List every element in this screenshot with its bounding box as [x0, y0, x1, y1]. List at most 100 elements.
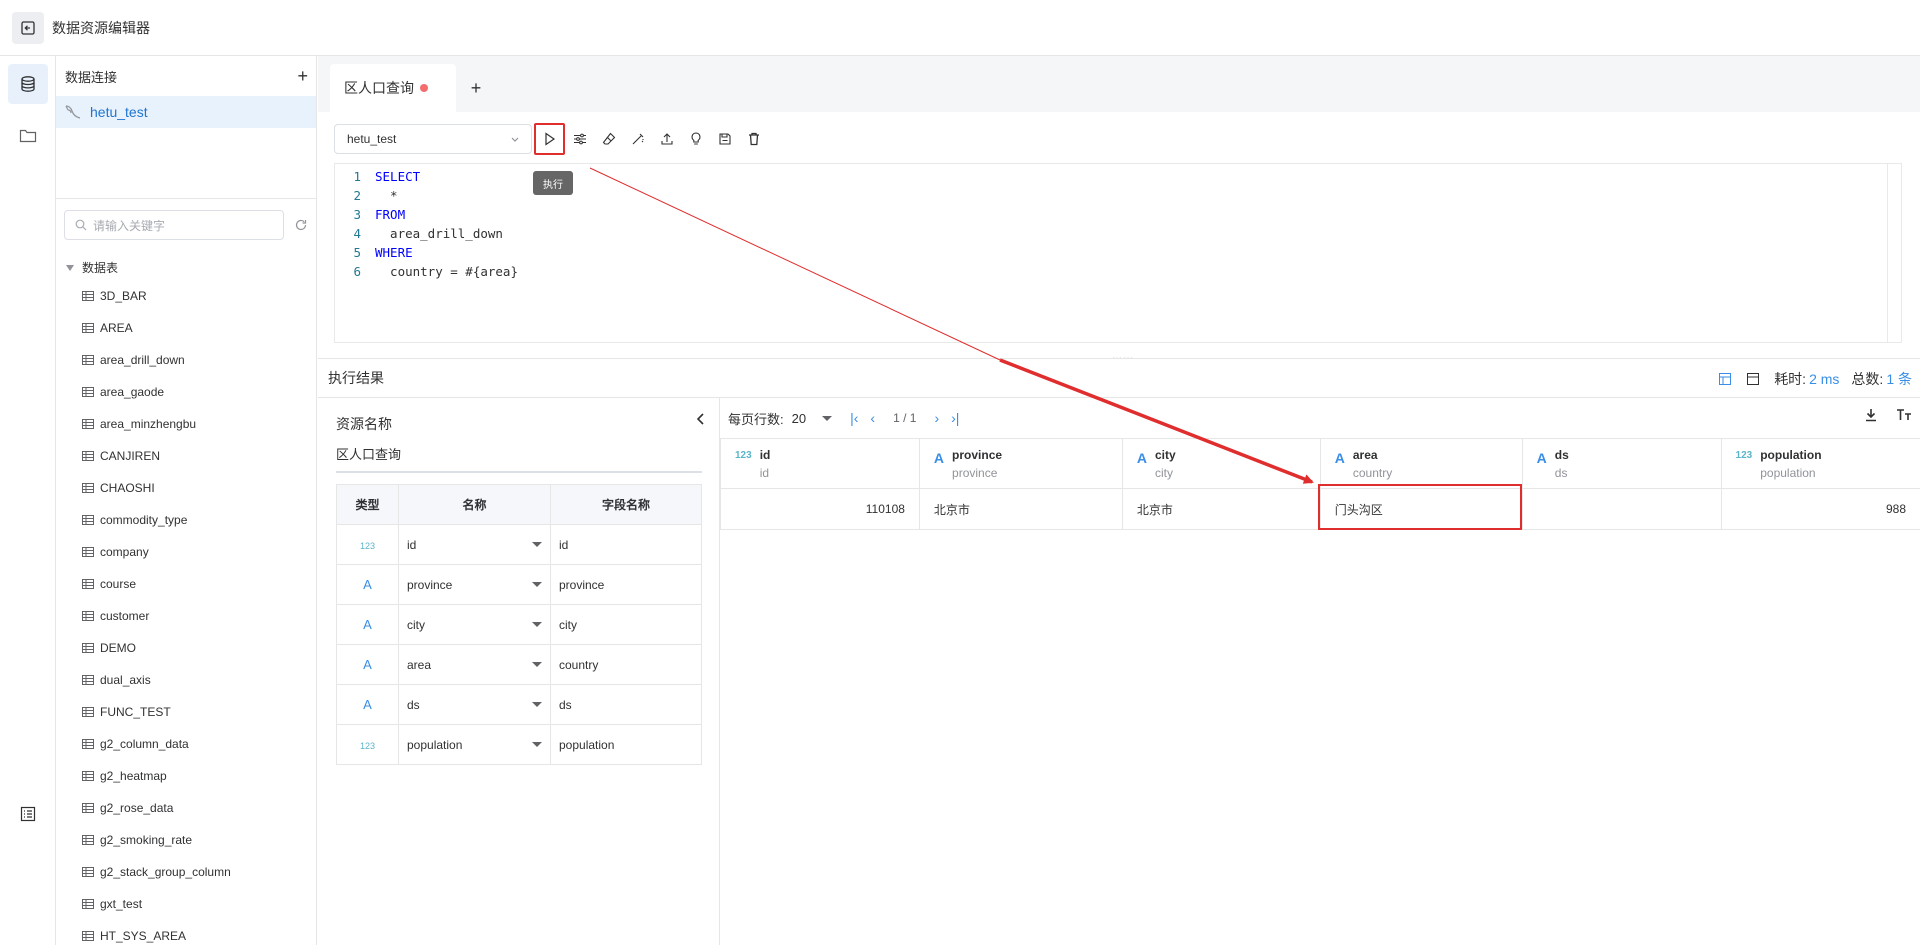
last-page-button[interactable]: ›|: [951, 410, 959, 426]
cell-ds[interactable]: [1521, 488, 1722, 530]
resource-panel: 资源名称 区人口查询 类型 名称 字段名称 123 id id Aprovince pr…: [318, 398, 720, 945]
column-field: country: [1352, 465, 1393, 480]
field-name-select[interactable]: province: [398, 564, 551, 605]
line-number: 1: [353, 169, 361, 184]
field-name-select[interactable]: area: [398, 644, 551, 685]
table-item[interactable]: g2_stack_group_column: [82, 862, 231, 882]
rail-database[interactable]: [8, 64, 48, 104]
trash-icon: [749, 132, 759, 146]
grid-column-header[interactable]: 123 id id: [720, 438, 920, 489]
field-name-select[interactable]: ds: [398, 684, 551, 725]
rail-list[interactable]: [8, 794, 48, 834]
result-grid-area: 每页行数: 20 |‹ ‹ 1 / 1 › ›| 123 id id Aprovinc…: [720, 398, 1920, 945]
prev-page-button[interactable]: ‹: [870, 410, 875, 426]
search-input[interactable]: 请输入关键字: [64, 210, 284, 240]
cell-population[interactable]: 988: [1720, 488, 1920, 530]
table-icon: [82, 803, 94, 813]
table-item[interactable]: CANJIREN: [82, 446, 160, 466]
cell-id[interactable]: 110108: [720, 488, 920, 530]
page-size-select[interactable]: 20: [791, 410, 833, 426]
save-button[interactable]: [711, 125, 739, 153]
table-name: company: [100, 545, 149, 559]
page-size-value: 20: [791, 410, 807, 426]
download-button[interactable]: [1864, 408, 1878, 425]
line-number: 5: [353, 245, 361, 260]
layout-single-icon[interactable]: [1746, 372, 1760, 386]
line-number: 6: [353, 264, 361, 279]
table-name: FUNC_TEST: [100, 705, 171, 719]
field-column: country: [550, 644, 702, 685]
rail-folder[interactable]: [8, 116, 48, 156]
table-item[interactable]: 3D_BAR: [82, 286, 147, 306]
time-value: 2 ms: [1809, 371, 1840, 387]
export-button[interactable]: [653, 125, 681, 153]
table-name: CHAOSHI: [100, 481, 155, 495]
cell-city[interactable]: 北京市: [1121, 488, 1321, 530]
collapse-icon[interactable]: [696, 412, 706, 426]
run-button[interactable]: [534, 123, 565, 155]
table-item[interactable]: CHAOSHI: [82, 478, 155, 498]
field-name-select[interactable]: id: [398, 524, 551, 565]
string-type-icon: A: [1536, 449, 1547, 466]
tab-label: 区人口查询: [344, 80, 414, 96]
back-button[interactable]: [12, 11, 44, 44]
layout-split-icon[interactable]: [1718, 372, 1732, 386]
table-item[interactable]: customer: [82, 606, 149, 626]
datasource-select[interactable]: hetu_test: [334, 124, 532, 154]
col-field: 字段名称: [550, 484, 702, 525]
table-item[interactable]: AREA: [82, 318, 133, 338]
field-name-select[interactable]: city: [398, 604, 551, 645]
search-icon: [75, 219, 87, 231]
table-item[interactable]: company: [82, 542, 149, 562]
number-type-icon: 123: [1735, 449, 1753, 461]
table-item[interactable]: DEMO: [82, 638, 136, 658]
grid-column-header[interactable]: Acity city: [1121, 438, 1321, 489]
table-item[interactable]: area_gaode: [82, 382, 164, 402]
code-text: country = #{area}: [375, 264, 518, 279]
first-page-button[interactable]: |‹: [850, 410, 858, 426]
column-field: province: [952, 465, 998, 480]
grid-column-header[interactable]: Aprovince province: [918, 438, 1123, 489]
field-name: ds: [407, 697, 420, 712]
editor-scrollbar[interactable]: [1887, 164, 1901, 342]
grid-column-header[interactable]: Ads ds: [1521, 438, 1722, 489]
field-name: id: [407, 537, 417, 552]
connection-item[interactable]: hetu_test: [56, 96, 316, 128]
cell-province[interactable]: 北京市: [918, 488, 1123, 530]
download-icon: [1866, 409, 1876, 422]
table-item[interactable]: area_minzhengbu: [82, 414, 196, 434]
table-icon: [82, 323, 94, 333]
field-name-select[interactable]: population: [398, 724, 551, 765]
table-item[interactable]: g2_rose_data: [82, 798, 173, 818]
table-name: CANJIREN: [100, 449, 161, 463]
column-name: city: [1154, 447, 1176, 462]
divider: [56, 198, 317, 199]
font-size-button[interactable]: [1896, 408, 1912, 425]
hint-button[interactable]: [682, 125, 710, 153]
table-item[interactable]: gxt_test: [82, 894, 142, 914]
grid-column-header[interactable]: 123 population population: [1720, 438, 1920, 489]
next-page-button[interactable]: ›: [934, 410, 939, 426]
clear-button[interactable]: [595, 125, 623, 153]
col-type: 类型: [336, 484, 399, 525]
tab-query[interactable]: 区人口查询: [330, 64, 456, 112]
table-item[interactable]: commodity_type: [82, 510, 187, 530]
table-name: g2_smoking_rate: [100, 833, 193, 847]
grid-column-header[interactable]: Aarea country: [1319, 438, 1523, 489]
table-item[interactable]: g2_smoking_rate: [82, 830, 192, 850]
tree-root[interactable]: 数据表: [66, 259, 118, 276]
settings-button[interactable]: [566, 125, 594, 153]
caret-down-icon: [532, 582, 542, 587]
table-item[interactable]: g2_heatmap: [82, 766, 167, 786]
table-item[interactable]: course: [82, 574, 136, 594]
table-item[interactable]: FUNC_TEST: [82, 702, 171, 722]
table-item[interactable]: dual_axis: [82, 670, 151, 690]
add-tab-button[interactable]: +: [458, 70, 494, 106]
table-item[interactable]: g2_column_data: [82, 734, 189, 754]
delete-button[interactable]: [740, 125, 768, 153]
format-button[interactable]: [624, 125, 652, 153]
add-connection-button[interactable]: +: [297, 66, 308, 87]
table-item[interactable]: area_drill_down: [82, 350, 185, 370]
table-item[interactable]: HT_SYS_AREA: [82, 926, 186, 945]
refresh-icon[interactable]: [294, 218, 308, 232]
